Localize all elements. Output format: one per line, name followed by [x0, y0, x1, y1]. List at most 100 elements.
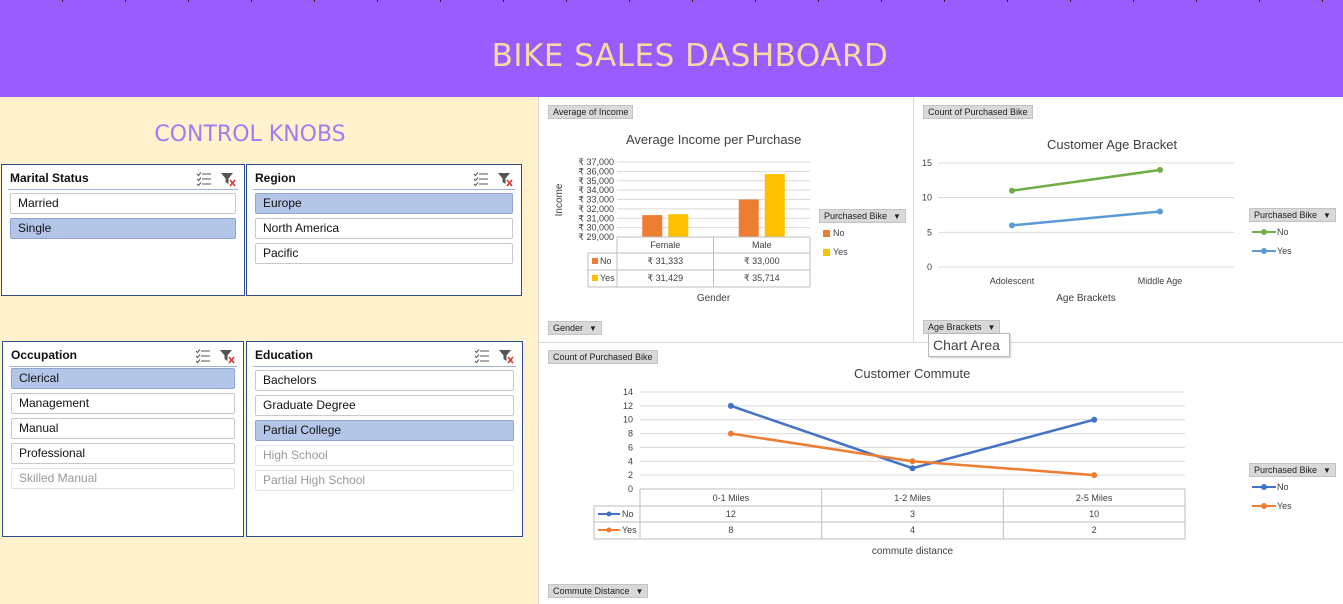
- data-point: [727, 402, 734, 409]
- slicer-marital-status[interactable]: Marital Status Married Single: [1, 164, 245, 296]
- legend-label: No: [833, 228, 845, 238]
- data-label: 3: [910, 509, 915, 519]
- y-tick-label: 4: [628, 456, 633, 466]
- control-knobs-title: CONTROL KNOBS: [154, 122, 346, 147]
- x-axis-label: commute distance: [872, 546, 954, 556]
- check-mark: [196, 182, 202, 187]
- header-banner: BIKE SALES DASHBOARD: [0, 0, 1343, 97]
- slicer-region[interactable]: Region Europe North America Pacific: [246, 164, 522, 296]
- x-mark: [507, 356, 514, 364]
- dropdown-arrow-icon: ▼: [893, 212, 901, 221]
- column-mark: [818, 0, 819, 2]
- data-label: 2: [1092, 525, 1097, 535]
- slicer-title: Education: [255, 348, 314, 362]
- column-mark: [62, 0, 63, 2]
- slicer-item[interactable]: Married: [10, 193, 236, 214]
- clear-filter-icon[interactable]: [220, 171, 236, 187]
- slicer-item[interactable]: High School: [255, 445, 514, 466]
- clear-filter-icon[interactable]: [497, 171, 513, 187]
- x-mark: [229, 179, 236, 187]
- legend-field-purchased-bike[interactable]: Purchased Bike ▼: [1249, 208, 1336, 222]
- column-mark: [692, 0, 693, 2]
- y-tick-label: 15: [922, 158, 932, 168]
- income-bar-chart[interactable]: ₹ 37,000₹ 36,000₹ 35,000₹ 34,000₹ 33,000…: [548, 152, 818, 304]
- column-mark: [251, 0, 252, 2]
- slicer-title: Occupation: [11, 348, 78, 362]
- clear-filter-icon[interactable]: [498, 348, 514, 364]
- column-mark: [1259, 0, 1260, 2]
- slicer-item[interactable]: Skilled Manual: [11, 468, 235, 489]
- x-tick-label: 0-1 Miles: [713, 493, 750, 503]
- divider: [913, 97, 914, 343]
- axis-field-gender[interactable]: Gender ▼: [548, 321, 602, 335]
- slicer-education[interactable]: Education Bachelors Graduate Degree Partial…: [246, 341, 523, 537]
- slicer-item[interactable]: Manual: [11, 418, 235, 439]
- column-mark: [1070, 0, 1071, 2]
- slicer-item[interactable]: Bachelors: [255, 370, 514, 391]
- check-mark: [196, 177, 202, 182]
- field-count-of-purchased-bike[interactable]: Count of Purchased Bike: [923, 105, 1033, 119]
- divider: [538, 97, 539, 604]
- column-marks: [62, 0, 1323, 2]
- multi-select-icon[interactable]: [474, 348, 490, 364]
- check-mark: [196, 172, 202, 177]
- bar: [642, 215, 663, 237]
- data-point: [727, 430, 734, 437]
- multi-select-icon[interactable]: [196, 171, 212, 187]
- dropdown-arrow-icon: ▼: [1323, 466, 1331, 475]
- y-tick-label: 12: [623, 401, 633, 411]
- legend-label: Yes: [833, 247, 848, 257]
- table-series-label: Yes: [622, 525, 637, 535]
- dropdown-arrow-icon: ▼: [635, 587, 644, 596]
- column-mark: [188, 0, 189, 2]
- column-mark: [944, 0, 945, 2]
- slicer-item[interactable]: Pacific: [255, 243, 513, 264]
- data-label: 10: [1089, 509, 1099, 519]
- column-mark: [503, 0, 504, 2]
- clear-filter-icon[interactable]: [219, 348, 235, 364]
- slicer-occupation[interactable]: Occupation Clerical Management Manual Profes…: [2, 341, 244, 537]
- check-mark: [474, 354, 480, 359]
- slicer-item[interactable]: Partial High School: [255, 470, 514, 491]
- check-mark: [474, 349, 480, 354]
- chart-title-age: Customer Age Bracket: [1047, 137, 1178, 152]
- multi-select-icon[interactable]: [473, 171, 489, 187]
- check-mark: [473, 177, 479, 182]
- slicer-item[interactable]: Europe: [255, 193, 513, 214]
- field-average-of-income[interactable]: Average of Income: [548, 105, 634, 119]
- axis-field-age-brackets[interactable]: Age Brackets ▼: [923, 320, 1001, 334]
- data-point: [909, 465, 916, 472]
- data-label: 12: [726, 509, 736, 519]
- y-tick-label: 6: [628, 442, 633, 452]
- table-series-label: Yes: [600, 273, 615, 283]
- data-point: [1157, 166, 1163, 173]
- slicer-item[interactable]: Professional: [11, 443, 235, 464]
- data-point: [1091, 472, 1098, 479]
- slicer-item[interactable]: Partial College: [255, 420, 514, 441]
- y-tick-label: 5: [927, 227, 932, 237]
- legend-marker: [1261, 229, 1267, 235]
- legend-field-purchased-bike[interactable]: Purchased Bike ▼: [1249, 463, 1336, 477]
- multi-select-icon[interactable]: [195, 348, 211, 364]
- legend-label: No: [1277, 227, 1289, 237]
- column-mark: [566, 0, 567, 2]
- bar: [668, 214, 689, 237]
- dropdown-arrow-icon: ▼: [589, 324, 597, 333]
- slicer-item[interactable]: North America: [255, 218, 513, 239]
- commute-line-chart[interactable]: 14 12 10 8 6 4 2 0 0-1 Miles 1-2 Miles 2-5 Miles No…: [590, 384, 1190, 556]
- column-mark: [1196, 0, 1197, 2]
- column-mark: [1322, 0, 1323, 2]
- x-axis-label: Age Brackets: [1056, 293, 1115, 304]
- x-mark: [228, 356, 235, 364]
- age-line-chart[interactable]: 15 10 5 0 Adolescent Middle Age Age Brackets: [918, 155, 1238, 305]
- column-mark: [314, 0, 315, 2]
- column-mark: [1007, 0, 1008, 2]
- field-count-of-purchased-bike[interactable]: Count of Purchased Bike: [548, 350, 658, 364]
- slicer-item[interactable]: Graduate Degree: [255, 395, 514, 416]
- column-mark: [755, 0, 756, 2]
- slicer-item[interactable]: Management: [11, 393, 235, 414]
- slicer-item[interactable]: Single: [10, 218, 236, 239]
- legend-field-purchased-bike[interactable]: Purchased Bike ▼: [819, 209, 906, 223]
- axis-field-commute-distance[interactable]: Commute Distance ▼: [548, 584, 649, 598]
- slicer-item[interactable]: Clerical: [11, 368, 235, 389]
